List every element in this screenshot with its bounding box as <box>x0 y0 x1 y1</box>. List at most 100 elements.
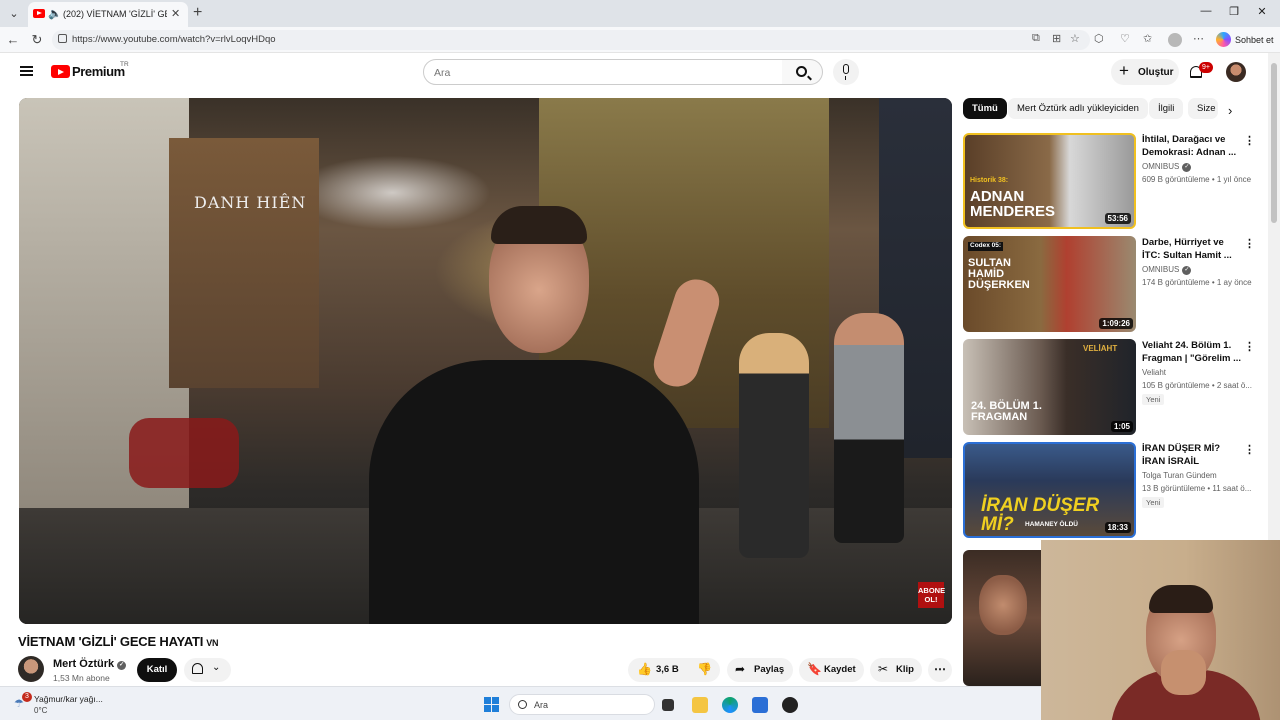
speaker-icon[interactable]: 🔈 <box>48 7 62 20</box>
apps-icon[interactable]: ⊞ <box>1052 32 1061 45</box>
url-text[interactable]: https://www.youtube.com/watch?v=rlvLoqvH… <box>72 34 276 45</box>
favorites-icon[interactable]: ✩ <box>1143 32 1152 45</box>
recommendation-channel-name[interactable]: OMNIBUS <box>1142 162 1179 171</box>
search-button[interactable] <box>782 59 823 85</box>
video-title-text: VİETNAM 'GİZLİ' GECE HAYATI <box>18 634 204 649</box>
edge-browser-icon[interactable] <box>722 697 738 713</box>
browser-essentials-icon[interactable]: ♡ <box>1120 32 1130 45</box>
recommendation-channel[interactable]: OMNIBUS ✓ <box>1142 265 1192 275</box>
tab-close-icon[interactable]: ✕ <box>171 7 180 20</box>
translate-icon[interactable]: ⧉ <box>1032 32 1040 45</box>
recommendation-item[interactable]: VELİAHT 24. BÖLÜM 1. FRAGMAN 1:05 Veliah… <box>963 339 1258 435</box>
more-vert-icon[interactable]: ⋮ <box>1244 134 1255 147</box>
recommendation-title[interactable]: İRAN DÜŞER Mİ? İRAN İSRAİL SAVAŞI... <box>1142 442 1242 469</box>
store-icon[interactable] <box>752 697 768 713</box>
recommendation-stats: 609 B görüntüleme • 1 yıl önce <box>1142 175 1252 184</box>
create-button[interactable]: + Oluştur <box>1111 59 1179 85</box>
recommendation-channel-name[interactable]: OMNIBUS <box>1142 265 1179 274</box>
close-window-button[interactable]: ✕ <box>1252 5 1272 18</box>
profile-icon[interactable] <box>1168 33 1182 47</box>
reload-icon[interactable]: ↻ <box>28 32 46 48</box>
notification-count-badge: 9+ <box>1199 62 1213 73</box>
search-placeholder: Ara <box>434 67 451 79</box>
recommendation-stats: 174 B görüntüleme • 1 ay önce <box>1142 278 1252 287</box>
youtube-logo-icon[interactable] <box>51 65 70 78</box>
thumbnail-tag: HAMANEY ÖLDÜ <box>1025 521 1078 528</box>
extensions-icon[interactable]: ⬡ <box>1094 32 1104 45</box>
lock-icon[interactable] <box>58 34 67 43</box>
more-actions-icon[interactable]: ⋯ <box>928 658 952 682</box>
like-count[interactable]: 3,6 B <box>656 664 679 675</box>
video-frame-presenter-body <box>369 360 699 624</box>
minimize-window-button[interactable]: — <box>1196 5 1216 17</box>
clip-button[interactable]: ✂ Klip <box>870 658 922 682</box>
chat-button[interactable]: Sohbet et <box>1235 35 1274 45</box>
recommendation-item[interactable]: İRAN DÜŞER Mİ? HAMANEY ÖLDÜ 18:33 İRAN D… <box>963 442 1258 538</box>
webcam-overlay <box>1041 540 1280 720</box>
task-view-icon[interactable] <box>662 699 674 711</box>
thumbnail-face <box>979 575 1027 635</box>
recommendation-thumbnail[interactable] <box>963 550 1041 686</box>
more-menu-icon[interactable]: ⋯ <box>1193 32 1204 45</box>
join-button[interactable]: Katıl <box>137 658 177 682</box>
duration-badge: 18:33 <box>1104 522 1131 533</box>
channel-avatar[interactable] <box>18 656 44 682</box>
recommendation-thumbnail[interactable]: Historik 38: ADNAN MENDERES 53:56 <box>963 133 1136 229</box>
dislike-thumb-icon[interactable]: 👎 <box>697 662 712 676</box>
channel-name[interactable]: Mert Öztürk ✓ <box>53 658 127 670</box>
recommendation-thumbnail[interactable]: İRAN DÜŞER Mİ? HAMANEY ÖLDÜ 18:33 <box>963 442 1136 538</box>
youtube-premium-logo[interactable]: Premium <box>72 64 125 79</box>
back-arrow-icon[interactable]: ← <box>4 32 22 47</box>
chevron-right-icon[interactable]: › <box>1228 103 1232 118</box>
user-avatar[interactable] <box>1226 62 1246 82</box>
tab-list-chevron-icon[interactable]: ⌄ <box>4 5 24 23</box>
windows-start-icon[interactable] <box>484 697 499 712</box>
chip-for-you[interactable]: Size <box>1188 98 1218 119</box>
webcam-person-hair <box>1149 585 1213 613</box>
more-vert-icon[interactable]: ⋮ <box>1244 443 1255 456</box>
recommendation-title[interactable]: Veliaht 24. Bölüm 1. Fragman | "Görelim … <box>1142 339 1242 365</box>
duration-badge: 53:56 <box>1104 213 1131 224</box>
recommendation-title[interactable]: Darbe, Hürriyet ve İTC: Sultan Hamit ... <box>1142 236 1242 262</box>
file-explorer-icon[interactable] <box>692 697 708 713</box>
chip-from-uploader[interactable]: Mert Öztürk adlı yükleyiciden <box>1008 98 1148 119</box>
thumbnail-tag: Codex 05: <box>968 242 1004 251</box>
subscription-bell-button[interactable]: ⌄ <box>184 658 231 682</box>
more-vert-icon[interactable]: ⋮ <box>1244 237 1255 250</box>
url-field[interactable]: https://www.youtube.com/watch?v=rlvLoqvH… <box>52 30 1090 50</box>
scrollbar-thumb[interactable] <box>1271 63 1277 223</box>
taskbar-search-input[interactable]: Ara <box>509 694 655 715</box>
weather-text[interactable]: Yağmur/kar yağı... <box>34 694 103 704</box>
new-tab-plus-icon[interactable]: + <box>193 4 202 22</box>
copilot-icon[interactable] <box>1216 32 1231 47</box>
weather-temperature[interactable]: 0°C <box>34 706 47 715</box>
recommendation-title[interactable]: İhtilal, Darağacı ve Demokrasi: Adnan ..… <box>1142 133 1242 159</box>
channel-name-text[interactable]: Mert Öztürk <box>53 658 114 670</box>
browser-tab[interactable]: 🔈 (202) VİETNAM 'GİZLİ' GECE HAYATI ✕ <box>28 2 188 27</box>
recommendation-item[interactable]: Codex 05: SULTAN HAMİD DÜŞERKEN 1:09:26 … <box>963 236 1258 332</box>
favorite-star-icon[interactable]: ☆ <box>1070 32 1080 45</box>
video-frame-sign: DANH HIÊN <box>194 193 307 212</box>
recommendation-thumbnail[interactable]: Codex 05: SULTAN HAMİD DÜŞERKEN 1:09:26 <box>963 236 1136 332</box>
recommendation-thumbnail[interactable]: VELİAHT 24. BÖLÜM 1. FRAGMAN 1:05 <box>963 339 1136 435</box>
thumbnail-tag: Historik 38: <box>970 177 1009 184</box>
search-icon <box>796 66 807 77</box>
save-button[interactable]: 🔖 Kaydet <box>799 658 864 682</box>
like-thumb-icon[interactable]: 👍 <box>637 662 652 676</box>
restore-window-button[interactable]: ❐ <box>1224 5 1244 18</box>
thumbnail-text: SULTAN HAMİD DÜŞERKEN <box>968 257 1030 291</box>
recommendation-channel[interactable]: OMNIBUS ✓ <box>1142 162 1192 172</box>
recommendation-channel[interactable]: Tolga Turan Gündem <box>1142 471 1217 480</box>
recommendation-channel[interactable]: Veliaht <box>1142 368 1166 377</box>
subscribe-overlay[interactable]: ABONE OL! <box>918 582 945 608</box>
chip-related[interactable]: İlgili <box>1149 98 1184 119</box>
video-player[interactable]: DANH HIÊN ABONE OL! <box>19 98 952 624</box>
chip-all[interactable]: Tümü <box>963 98 1007 119</box>
search-input[interactable]: Ara <box>423 59 783 85</box>
share-button[interactable]: ➦ Paylaş <box>727 658 793 682</box>
voice-search-button[interactable] <box>833 59 859 85</box>
hamburger-menu-icon[interactable] <box>20 66 33 76</box>
app-icon[interactable] <box>782 697 798 713</box>
recommendation-item[interactable]: Historik 38: ADNAN MENDERES 53:56 İhtila… <box>963 133 1258 229</box>
more-vert-icon[interactable]: ⋮ <box>1244 340 1255 353</box>
